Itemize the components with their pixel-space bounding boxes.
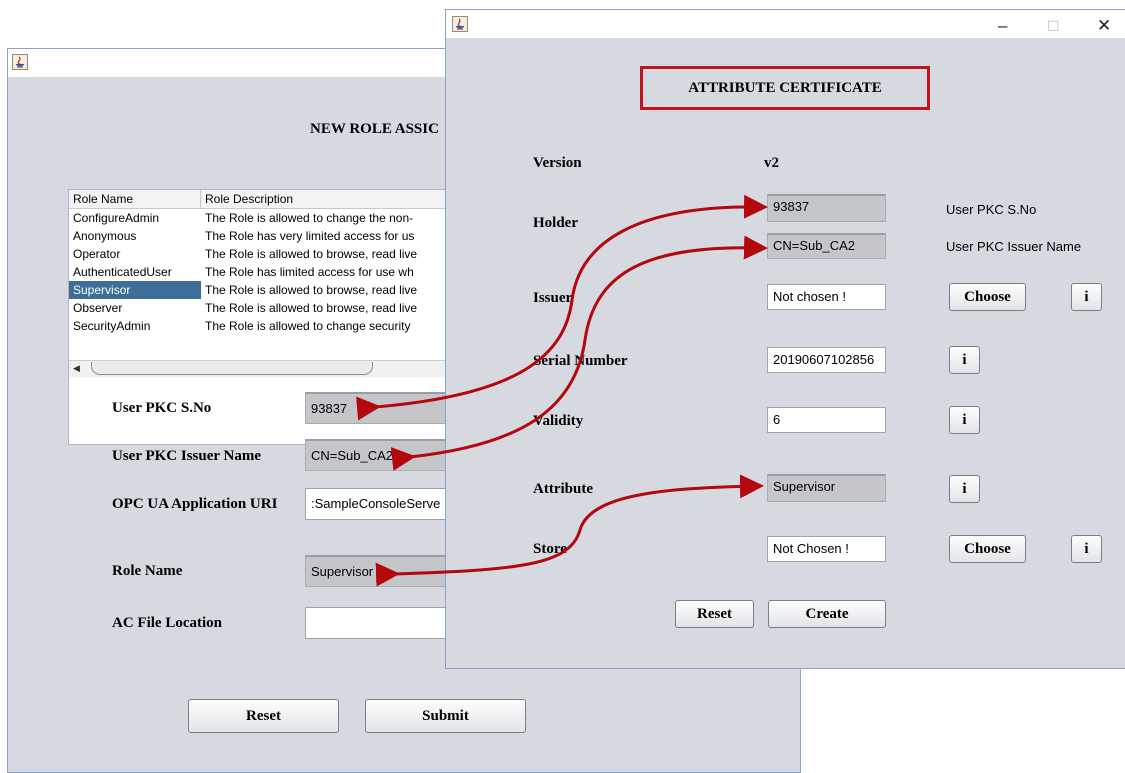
holder-label: Holder: [533, 215, 578, 231]
validity-label: Validity: [533, 413, 584, 429]
store-info-button[interactable]: i: [1071, 535, 1102, 563]
submit-button[interactable]: Submit: [365, 699, 526, 733]
role-name-cell: Anonymous: [73, 229, 137, 243]
table-row[interactable]: Operator The Role is allowed to browse, …: [69, 245, 467, 263]
role-description-cell: The Role is allowed to change the non-: [205, 211, 414, 225]
minimize-icon[interactable]: –: [998, 16, 1007, 36]
roles-table-header: Role Name Role Description: [69, 190, 467, 209]
version-label: Version: [533, 155, 582, 171]
holder-sno-field[interactable]: 93837: [767, 194, 886, 222]
certificate-title: ATTRIBUTE CERTIFICATE: [688, 80, 882, 96]
certificate-window-titlebar: – ☐ ✕: [446, 10, 1125, 38]
issuer-name-label: User PKC Issuer Name: [112, 448, 262, 464]
serial-number-field[interactable]: 20190607102856: [767, 347, 886, 373]
role-description-cell: The Role is allowed to browse, read live: [201, 281, 467, 299]
holder-issuer-field[interactable]: CN=Sub_CA2: [767, 233, 886, 259]
issuer-info-button[interactable]: i: [1071, 283, 1102, 311]
table-horizontal-scrollbar[interactable]: ◀: [69, 360, 467, 377]
role-description-cell: The Role has very limited access for us: [205, 229, 415, 243]
certificate-window-content: ATTRIBUTE CERTIFICATE Version v2 Holder …: [446, 38, 1125, 668]
role-name-cell: AuthenticatedUser: [73, 265, 172, 279]
scrollbar-thumb[interactable]: [91, 362, 373, 375]
issuer-choose-button[interactable]: Choose: [949, 283, 1026, 311]
column-header-role-description[interactable]: Role Description: [201, 190, 467, 208]
role-name-cell: ConfigureAdmin: [73, 211, 160, 225]
attribute-info-button[interactable]: i: [949, 475, 980, 503]
app-uri-label: OPC UA Application URI: [112, 496, 278, 512]
table-row[interactable]: AuthenticatedUser The Role has limited a…: [69, 263, 467, 281]
store-label: Store: [533, 541, 567, 557]
maximize-icon[interactable]: ☐: [1047, 18, 1060, 35]
reset-button[interactable]: Reset: [188, 699, 339, 733]
attribute-certificate-window: – ☐ ✕ ATTRIBUTE CERTIFICATE Version v2 H…: [445, 9, 1125, 669]
role-description-cell: The Role has limited access for use wh: [205, 265, 414, 279]
store-choose-button[interactable]: Choose: [949, 535, 1026, 563]
issuer-label: Issuer: [533, 290, 573, 306]
role-description-cell: The Role is allowed to change security: [205, 319, 411, 333]
scroll-left-arrow-icon[interactable]: ◀: [73, 363, 80, 374]
table-row[interactable]: Observer The Role is allowed to browse, …: [69, 299, 467, 317]
role-name-cell: Observer: [73, 301, 123, 315]
java-app-icon: [12, 54, 28, 70]
column-header-role-name[interactable]: Role Name: [69, 190, 201, 208]
role-name-cell: Operator: [73, 247, 121, 261]
attribute-label: Attribute: [533, 481, 593, 497]
holder-issuer-caption: User PKC Issuer Name: [946, 239, 1082, 254]
store-field[interactable]: Not Chosen !: [767, 536, 886, 562]
validity-info-button[interactable]: i: [949, 406, 980, 434]
validity-field[interactable]: 6: [767, 407, 886, 433]
role-name-cell: SecurityAdmin: [73, 319, 151, 333]
ac-file-location-label: AC File Location: [112, 615, 222, 631]
role-window-heading: NEW ROLE ASSIC: [310, 121, 439, 137]
holder-sno-caption: User PKC S.No: [946, 202, 1037, 217]
certificate-reset-button[interactable]: Reset: [675, 600, 754, 628]
role-description-cell: The Role is allowed to browse, read live: [205, 301, 418, 315]
serial-info-button[interactable]: i: [949, 346, 980, 374]
issuer-field[interactable]: Not chosen !: [767, 284, 886, 310]
close-icon[interactable]: ✕: [1097, 16, 1111, 36]
table-row-selected[interactable]: Supervisor The Role is allowed to browse…: [69, 281, 467, 299]
table-row[interactable]: Anonymous The Role has very limited acce…: [69, 227, 467, 245]
table-row[interactable]: ConfigureAdmin The Role is allowed to ch…: [69, 209, 467, 227]
table-row[interactable]: SecurityAdmin The Role is allowed to cha…: [69, 317, 467, 335]
create-button[interactable]: Create: [768, 600, 886, 628]
attribute-field[interactable]: Supervisor: [767, 474, 886, 502]
java-app-icon: [452, 16, 468, 32]
certificate-title-box: ATTRIBUTE CERTIFICATE: [640, 66, 930, 110]
role-name-cell: Supervisor: [73, 283, 131, 297]
user-pkc-sno-label: User PKC S.No: [112, 400, 212, 416]
serial-number-label: Serial Number: [533, 353, 628, 369]
role-description-cell: The Role is allowed to browse, read live: [205, 247, 418, 261]
role-name-label: Role Name: [112, 563, 183, 579]
version-value: v2: [764, 155, 779, 171]
